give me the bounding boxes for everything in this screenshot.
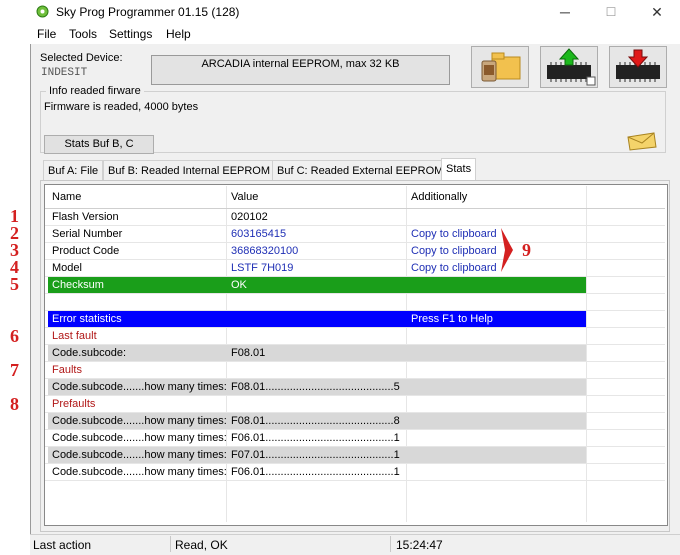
annotation-bracket-icon [501, 228, 513, 272]
cell-value: F08.01..................................… [231, 415, 400, 427]
column-header-name[interactable]: Name [52, 186, 81, 208]
tab-buf-c[interactable]: Buf C: Readed External EEPROM [272, 160, 449, 181]
table-row[interactable]: Flash Version 020102 [48, 209, 586, 225]
maximize-button[interactable]: ☐ [588, 0, 634, 24]
cell-additionally[interactable]: Copy to clipboard [411, 226, 497, 242]
cell-additionally[interactable]: Copy to clipboard [411, 243, 497, 259]
cell-additionally: Press F1 to Help [411, 313, 493, 325]
close-button[interactable]: ✕ [634, 0, 680, 24]
tab-buf-b[interactable]: Buf B: Readed Internal EEPROM [103, 160, 276, 181]
cell-value: LSTF 7H019 [231, 262, 294, 274]
app-icon [36, 5, 49, 18]
table-row[interactable]: Checksum OK [48, 277, 586, 293]
cell-name: Serial Number [52, 228, 123, 240]
annotation-number: 9 [522, 240, 531, 260]
cell-name: Code.subcode.......how many times: [52, 415, 227, 427]
menu-file[interactable]: File [37, 27, 56, 41]
annotation-number: 7 [10, 360, 19, 380]
cell-name: Error statistics [52, 313, 122, 325]
annotation-number: 8 [10, 394, 19, 414]
menu-settings[interactable]: Settings [109, 27, 152, 41]
open-file-button[interactable] [471, 46, 529, 88]
row-divider [45, 480, 665, 481]
device-name-field[interactable]: ARCADIA internal EEPROM, max 32 KB [151, 55, 450, 85]
envelope-icon[interactable] [626, 131, 658, 151]
table-row[interactable]: Faults [48, 362, 586, 378]
cell-value: 603165415 [231, 228, 287, 240]
status-time: 15:24:47 [396, 538, 443, 552]
table-row[interactable]: Error statistics Press F1 to Help [48, 311, 586, 327]
table-row[interactable]: Code.subcode.......how many times: F06.01… [48, 464, 586, 480]
window-title: Sky Prog Programmer 01.15 (128) [56, 5, 240, 19]
table-row[interactable]: Code.subcode.......how many times: F06.01… [48, 430, 586, 446]
tab-stats[interactable]: Stats [441, 158, 477, 181]
table-row[interactable]: Code.subcode.......how many times: F08.01… [48, 379, 586, 395]
cell-name: Faults [52, 364, 82, 376]
cell-value: F06.01..................................… [231, 466, 400, 478]
status-last-action-label: Last action [33, 538, 92, 552]
cell-name: Code.subcode.......how many times: [52, 449, 227, 461]
info-group-title: Info readed firware [46, 85, 144, 97]
cell-name: Last fault [52, 330, 97, 342]
cell-value: F08.01..................................… [231, 381, 400, 393]
chip-upload-icon [547, 48, 596, 86]
column-header-additionally[interactable]: Additionally [411, 186, 467, 208]
cell-name: Code.subcode.......how many times: [52, 381, 227, 393]
status-divider [390, 536, 391, 552]
cell-name: Checksum [52, 279, 104, 291]
annotation-number: 6 [10, 326, 19, 346]
chip-download-icon [616, 49, 660, 82]
write-chip-button[interactable] [540, 46, 598, 88]
cell-value: OK [231, 279, 247, 291]
device-vendor: INDESIT [41, 67, 88, 79]
grid-column-divider [586, 186, 587, 522]
menu-tools[interactable]: Tools [69, 27, 97, 41]
table-row[interactable]: Code.subcode: F08.01 [48, 345, 586, 361]
cell-name: Product Code [52, 245, 120, 257]
status-result: Read, OK [175, 538, 228, 552]
info-text: Firmware is readed, 4000 bytes [44, 101, 199, 113]
cell-name: Code.subcode: [52, 347, 126, 359]
status-divider [170, 536, 171, 552]
table-row[interactable]: Code.subcode.......how many times: F07.01… [48, 447, 586, 463]
table-row[interactable]: Prefaults [48, 396, 586, 412]
minimize-button[interactable]: ─ [542, 0, 588, 24]
cell-name: Flash Version [52, 211, 119, 223]
selected-device-label: Selected Device: [40, 52, 123, 64]
menu-help[interactable]: Help [166, 27, 191, 41]
cell-value: F06.01..................................… [231, 432, 400, 444]
table-row[interactable]: Code.subcode.......how many times: F08.01… [48, 413, 586, 429]
cell-value: F08.01 [231, 347, 266, 359]
column-header-value[interactable]: Value [231, 186, 258, 208]
status-bar [30, 534, 680, 555]
read-chip-button[interactable] [609, 46, 667, 88]
folder-icon [481, 52, 521, 82]
table-row[interactable] [48, 294, 586, 310]
cell-name: Prefaults [52, 398, 96, 410]
cell-value: 020102 [231, 211, 268, 223]
table-row[interactable]: Last fault [48, 328, 586, 344]
cell-additionally[interactable]: Copy to clipboard [411, 260, 497, 276]
cell-value: F07.01..................................… [231, 449, 400, 461]
cell-name: Code.subcode.......how many times: [52, 432, 227, 444]
stats-buf-button[interactable]: Stats Buf B, C [44, 135, 154, 154]
cell-value: 36868320100 [231, 245, 299, 257]
cell-name: Model [52, 262, 82, 274]
cell-name: Code.subcode.......how many times: [52, 466, 227, 478]
tab-buf-a[interactable]: Buf A: File [43, 160, 104, 181]
annotation-number: 5 [10, 274, 19, 294]
